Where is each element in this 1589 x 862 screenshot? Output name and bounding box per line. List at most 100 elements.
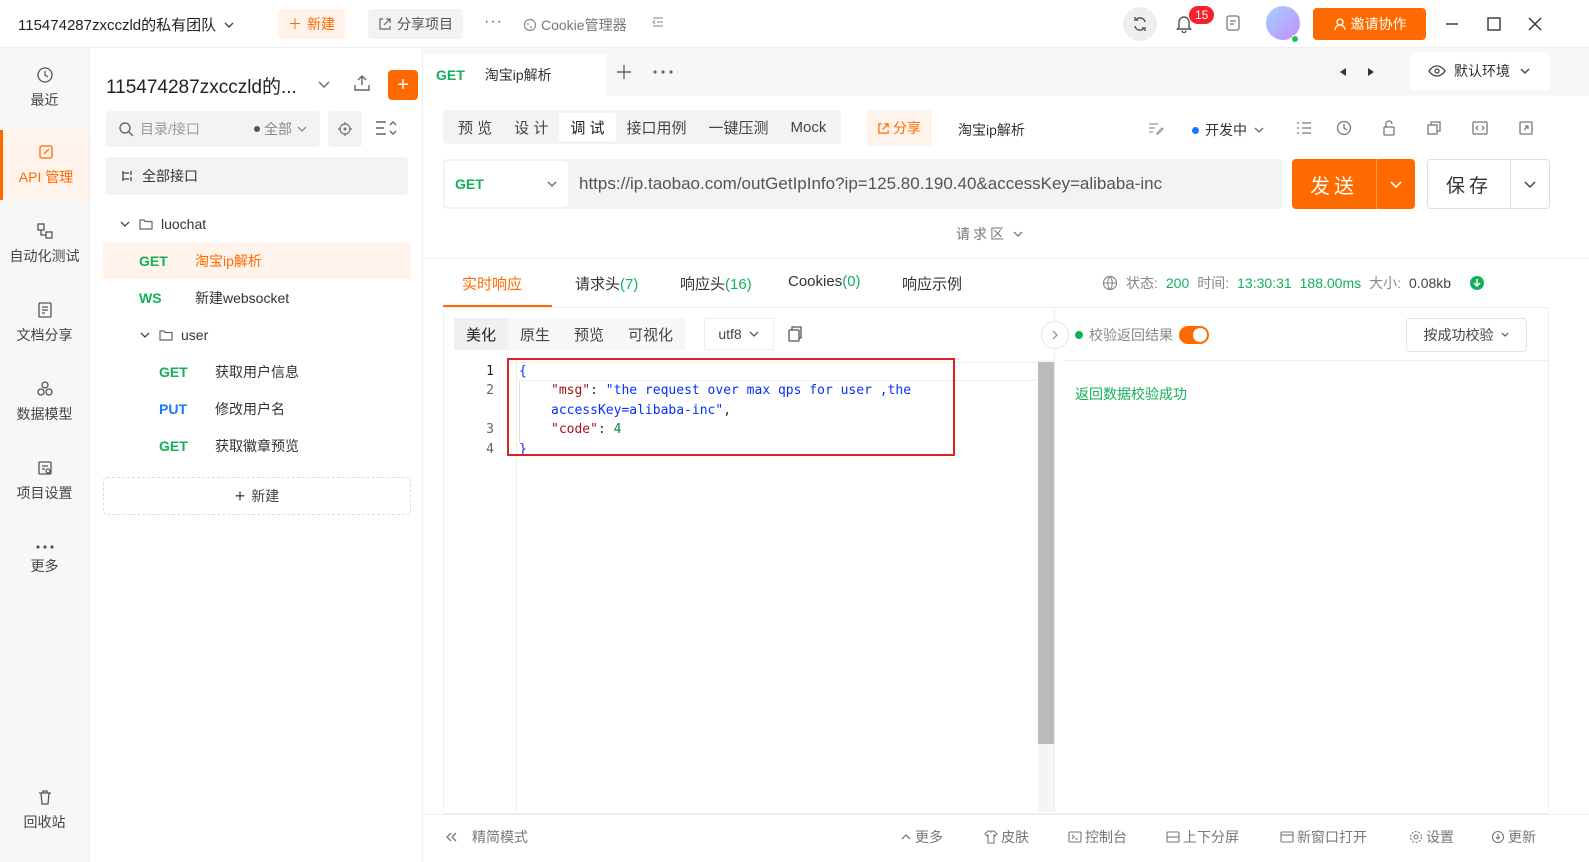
body-view-tabs: 美化 原生 预览 可视化 [454,318,686,350]
tab-response-headers[interactable]: 响应头(16) [680,273,752,294]
folder-user[interactable]: user [103,317,411,353]
request-area-toggle[interactable]: 请求区 [956,224,1025,244]
locate-button[interactable] [328,111,362,147]
invite-collaborate-button[interactable]: 邀请协作 [1313,8,1426,40]
save-options-button[interactable] [1511,176,1549,192]
tab-debug[interactable]: 调 试 [559,113,616,141]
skin-button[interactable]: 皮肤 [984,827,1029,847]
tab-taobao-ip[interactable]: GET 淘宝ip解析 [424,54,606,96]
import-export-icon[interactable] [352,73,372,93]
line-number: 1 [486,364,494,379]
project-title[interactable]: 115474287zxcczld的... [106,72,297,99]
filter-dropdown[interactable]: 全部 [254,119,308,139]
share-api-button[interactable]: 分享 [866,110,932,146]
save-button[interactable]: 保存 [1427,159,1550,209]
maximize-button[interactable] [1482,12,1506,36]
nav-project-settings[interactable]: 项目设置 [0,446,89,516]
collapse-menu-icon[interactable] [651,15,665,29]
plus-icon: ＋ [288,16,302,32]
tab-realtime-response[interactable]: 实时响应 [462,273,522,294]
share-project-button[interactable]: 分享项目 [368,9,463,39]
method-select[interactable]: GET [445,161,568,207]
export-icon[interactable] [1518,120,1534,136]
new-button[interactable]: ＋ 新建 [278,9,345,39]
tree-api-badge-preview[interactable]: GET 获取徽章预览 [103,428,411,464]
method-badge: WS [139,290,162,306]
tab-test-cases[interactable]: 接口用例 [616,113,698,141]
api-label: 修改用户名 [215,401,285,417]
invite-label: 邀请协作 [1350,16,1407,32]
send-button[interactable]: 发送 [1292,159,1415,209]
verify-mode-select[interactable]: 按成功校验 [1406,318,1527,352]
new-window-button[interactable]: 新窗口打开 [1280,827,1367,847]
encoding-select[interactable]: utf8 [704,318,774,350]
url-input[interactable]: https://ip.taobao.com/outGetIpInfo?ip=12… [579,174,1162,194]
collapse-pane-button[interactable] [1041,321,1069,349]
tab-response-example[interactable]: 响应示例 [902,273,962,294]
sort-icon[interactable] [374,118,398,138]
tab-preview[interactable]: 预 览 [447,113,503,141]
nav-api-management[interactable]: API 管理 [0,130,89,200]
nav-automation[interactable]: 自动化测试 [0,209,89,279]
tab-more-icon[interactable] [653,70,673,74]
tree-api-websocket[interactable]: WS 新建websocket [103,280,411,316]
tab-mock[interactable]: Mock [780,113,838,141]
verify-toggle[interactable] [1179,326,1209,344]
nav-more[interactable]: 更多 [0,525,89,595]
lock-icon[interactable] [1381,120,1397,136]
trash-icon [38,790,51,805]
tab-visualize[interactable]: 可视化 [616,318,686,350]
add-tab-icon[interactable] [616,64,632,80]
chevron-down-icon [297,126,307,132]
tab-stress-test[interactable]: 一键压测 [698,113,780,141]
tab-request-headers[interactable]: 请求头(7) [575,273,638,294]
footer-more-button[interactable]: 更多 [900,827,943,847]
simple-mode-button[interactable]: 精简模式 [444,827,528,847]
sync-button[interactable] [1123,7,1157,41]
cookie-manager-button[interactable]: Cookie管理器 [523,15,627,35]
copy-api-icon[interactable] [1426,120,1442,136]
code-icon[interactable] [1472,120,1488,136]
chevron-down-icon[interactable] [316,76,332,92]
tree-api-update-username[interactable]: PUT 修改用户名 [103,391,411,427]
environment-selector[interactable]: 默认环境 [1410,52,1550,90]
folder-luochat[interactable]: luochat [103,206,411,242]
nav-data-model[interactable]: 数据模型 [0,367,89,437]
console-button[interactable]: 控制台 [1068,827,1127,847]
send-options-button[interactable] [1377,176,1415,192]
update-button[interactable]: 更新 [1491,827,1536,847]
outline-icon[interactable] [1296,120,1312,136]
api-name-input[interactable]: 淘宝ip解析 [958,120,1025,140]
tab-next-icon[interactable] [1366,67,1376,77]
api-status-dropdown[interactable]: 开发中 [1192,120,1265,140]
tab-raw[interactable]: 原生 [508,318,563,350]
tab-title: 淘宝ip解析 [484,67,552,83]
team-switcher[interactable]: 115474287zxcczld的私有团队 [18,14,236,35]
nav-recent[interactable]: 最近 [0,53,89,123]
history-icon[interactable] [1336,120,1352,136]
settings-button[interactable]: 设置 [1409,827,1454,847]
all-apis-item[interactable]: 全部接口 [106,157,408,195]
edit-icon[interactable] [1148,121,1164,135]
tab-body-preview[interactable]: 预览 [562,318,617,350]
minimize-button[interactable] [1440,12,1464,36]
scrollbar-thumb[interactable] [1038,362,1054,744]
close-window-button[interactable] [1523,12,1547,36]
tab-cookies[interactable]: Cookies(0) [788,273,861,290]
copy-response-icon[interactable] [787,325,803,343]
split-view-button[interactable]: 上下分屏 [1166,827,1239,847]
nav-trash[interactable]: 回收站 [0,775,89,845]
tab-design[interactable]: 设 计 [503,113,559,141]
tab-prev-icon[interactable] [1338,67,1348,77]
tree-api-taobao-ip[interactable]: GET 淘宝ip解析 [103,243,411,279]
notes-icon[interactable] [1224,14,1242,32]
add-api-button[interactable]: + [388,70,418,100]
tree-new-button[interactable]: + 新建 [103,477,411,515]
search-input[interactable]: 目录/接口 全部 [106,111,320,147]
more-options-button[interactable]: ··· [484,13,503,31]
download-icon[interactable] [1469,275,1485,291]
tab-beautify[interactable]: 美化 [454,318,509,350]
pane-splitter[interactable] [1054,307,1055,814]
tree-api-get-user-info[interactable]: GET 获取用户信息 [103,354,411,390]
nav-doc-share[interactable]: 文档分享 [0,288,89,358]
